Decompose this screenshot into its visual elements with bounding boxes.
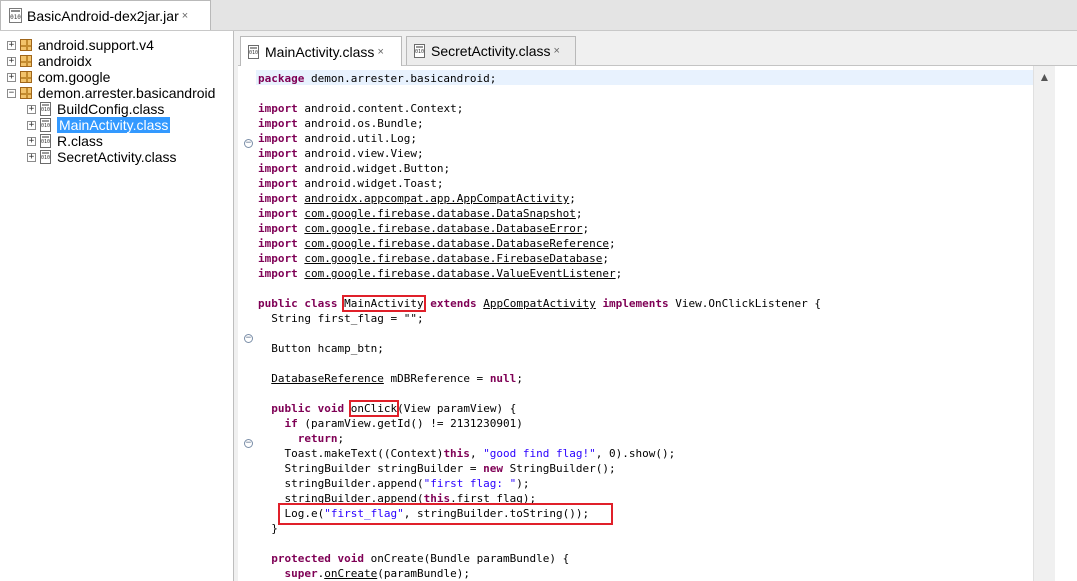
tree-item-r-class[interactable]: + 010 R.class [27, 133, 103, 149]
vertical-scrollbar[interactable]: ▲ [1033, 66, 1055, 581]
expand-icon[interactable]: + [27, 152, 36, 162]
code-line-import: import android.widget.Button; [258, 162, 451, 175]
class-file-icon: 010 [248, 44, 259, 59]
tree-item-com-google[interactable]: + com.google [7, 69, 110, 85]
code-line-import: import android.widget.Toast; [258, 177, 444, 190]
tree-item-label: BuildConfig.class [57, 101, 165, 117]
code-line-import: import android.content.Context; [258, 102, 464, 115]
code-line-if: if (paramView.getId() != 2131230901) [284, 417, 523, 430]
package-icon [20, 87, 32, 99]
class-file-icon: 010 [414, 44, 425, 58]
tree-item-demon-arrester-basicandroid[interactable]: − demon.arrester.basicandroid [7, 85, 215, 101]
collapse-icon[interactable]: − [7, 88, 16, 98]
fold-collapse-icon[interactable]: − [244, 439, 253, 448]
highlight-box-onclick: onClick [348, 400, 400, 417]
code-line-package: package demon.arrester.basicandroid; [258, 72, 497, 85]
tree-item-buildconfig[interactable]: + 010 BuildConfig.class [27, 101, 164, 117]
tree-item-mainactivity[interactable]: + 010 MainActivity.class [27, 117, 171, 133]
close-icon[interactable]: × [377, 46, 383, 58]
highlight-box-mainactivity: MainActivity [342, 295, 426, 312]
jar-file-icon: 010 [9, 8, 22, 23]
code-line-import: import com.google.firebase.database.Data… [258, 222, 590, 235]
code-line-import: import com.google.firebase.database.Data… [258, 237, 616, 250]
code-line-super: super.onCreate(paramBundle); [284, 567, 470, 580]
class-file-icon: 010 [40, 118, 51, 132]
overview-ruler [1055, 66, 1077, 581]
expand-icon[interactable]: + [7, 56, 16, 66]
file-tab-bar: 010 BasicAndroid-dex2jar.jar × [0, 0, 1077, 31]
tab-mainactivity[interactable]: 010 MainActivity.class × [240, 36, 402, 66]
code-line-import: import androidx.appcompat.app.AppCompatA… [258, 192, 576, 205]
class-file-icon: 010 [40, 150, 51, 164]
tree-item-label-selected: MainActivity.class [57, 117, 171, 133]
expand-icon[interactable]: + [27, 120, 36, 130]
code-line-oncreate: protected void onCreate(Bundle paramBund… [271, 552, 570, 565]
file-tab-basicandroid-jar[interactable]: 010 BasicAndroid-dex2jar.jar × [0, 0, 211, 30]
package-icon [20, 39, 32, 51]
package-icon [20, 71, 32, 83]
expand-icon[interactable]: + [27, 136, 36, 146]
expand-icon[interactable]: + [27, 104, 36, 114]
tree-item-label: demon.arrester.basicandroid [38, 85, 216, 101]
code-line-field: String first_flag = ""; [258, 312, 424, 325]
code-line-onclick: public void onClick(View paramView) { [271, 400, 517, 417]
fold-collapse-icon[interactable]: − [244, 334, 253, 343]
highlight-box-log-line [278, 503, 613, 525]
code-line-import: import android.os.Bundle; [258, 117, 424, 130]
expand-icon[interactable]: + [7, 72, 16, 82]
class-file-icon: 010 [40, 102, 51, 116]
package-tree: + android.support.v4 + androidx + com.go… [0, 31, 234, 581]
code-line-import: import com.google.firebase.database.Valu… [258, 267, 623, 280]
code-line-import: import com.google.firebase.database.Fire… [258, 252, 610, 265]
fold-collapse-icon[interactable]: − [244, 139, 253, 148]
tree-item-android-support-v4[interactable]: + android.support.v4 [7, 37, 154, 53]
code-line-class-decl: public class MainActivity extends AppCom… [258, 295, 821, 312]
editor-tab-bar: 010 MainActivity.class × 010 SecretActiv… [238, 31, 1077, 66]
code-line-return: return; [297, 432, 345, 445]
editor-area: 010 MainActivity.class × 010 SecretActiv… [238, 31, 1077, 581]
tree-item-label: com.google [38, 69, 111, 85]
code-line-toast: Toast.makeText((Context)this, "good find… [258, 447, 676, 460]
code-line-stringbuilder: StringBuilder stringBuilder = new String… [258, 462, 616, 475]
code-line-field: Button hcamp_btn; [258, 342, 384, 355]
scroll-up-arrow-icon[interactable]: ▲ [1034, 68, 1055, 86]
code-line-import: import android.util.Log; [258, 132, 417, 145]
tab-secretactivity[interactable]: 010 SecretActivity.class × [406, 36, 576, 65]
tab-label: MainActivity.class [265, 43, 375, 60]
tree-item-label: android.support.v4 [38, 37, 154, 53]
package-icon [20, 55, 32, 67]
tree-item-label: SecretActivity.class [57, 149, 177, 165]
tree-item-secretactivity[interactable]: + 010 SecretActivity.class [27, 149, 177, 165]
code-line-close-brace: } [258, 522, 278, 535]
tree-item-label: R.class [57, 133, 103, 149]
close-icon[interactable]: × [182, 10, 188, 22]
code-line-field: DatabaseReference mDBReference = null; [271, 372, 523, 385]
tree-item-androidx[interactable]: + androidx [7, 53, 92, 69]
code-line-append: stringBuilder.append("first flag: "); [258, 477, 530, 490]
code-line-import: import android.view.View; [258, 147, 424, 160]
tab-label: SecretActivity.class [431, 43, 551, 59]
class-file-icon: 010 [40, 134, 51, 148]
code-line-import: import com.google.firebase.database.Data… [258, 207, 583, 220]
expand-icon[interactable]: + [7, 40, 16, 50]
close-icon[interactable]: × [554, 45, 560, 57]
file-tab-label: BasicAndroid-dex2jar.jar [27, 7, 179, 24]
tree-item-label: androidx [38, 53, 92, 69]
